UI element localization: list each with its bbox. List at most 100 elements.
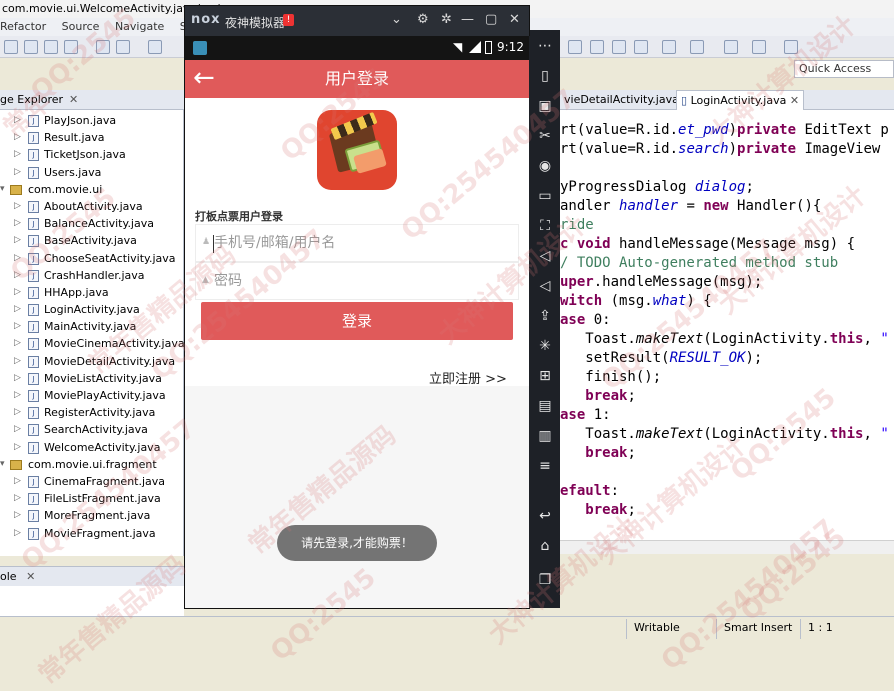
record-icon[interactable]: ▤ bbox=[537, 398, 553, 414]
menu-source[interactable]: Source bbox=[62, 20, 100, 33]
macro-icon[interactable]: ⊞ bbox=[537, 368, 553, 384]
chevron-right-icon[interactable]: ▷ bbox=[14, 284, 21, 301]
java-file-node[interactable]: ▷ J SearchActivity.java bbox=[0, 421, 184, 438]
tab-login-activity[interactable]: ▯ LoginActivity.java ✕ bbox=[676, 90, 805, 110]
shake-icon[interactable]: ✳ bbox=[537, 338, 553, 354]
chevron-right-icon[interactable]: ▷ bbox=[14, 198, 21, 215]
volume-up-icon[interactable]: ◁ bbox=[537, 248, 553, 264]
chevron-down-icon[interactable]: ▾ bbox=[0, 181, 5, 198]
close-icon[interactable]: ✕ bbox=[790, 94, 799, 107]
java-file-node[interactable]: ▷ J AboutActivity.java bbox=[0, 198, 184, 215]
settings-gear-icon[interactable]: ⚙ bbox=[417, 12, 429, 27]
chevron-right-icon[interactable]: ▷ bbox=[14, 490, 21, 507]
toolbar-prev-annotation-icon[interactable] bbox=[690, 40, 704, 54]
chevron-right-icon[interactable]: ▷ bbox=[14, 129, 21, 146]
java-file-node[interactable]: ▷ J MoreFragment.java bbox=[0, 507, 184, 524]
console-tab[interactable]: ole ✕ bbox=[0, 566, 184, 586]
java-file-node[interactable]: ▷ J ChooseSeatActivity.java bbox=[0, 250, 184, 267]
chevron-right-icon[interactable]: ▷ bbox=[14, 421, 21, 438]
back-arrow-icon[interactable]: ← bbox=[193, 64, 215, 92]
java-file-node[interactable]: ▷ J MovieListActivity.java bbox=[0, 370, 184, 387]
java-file-node[interactable]: ▷ J CinemaFragment.java bbox=[0, 473, 184, 490]
menu-navigate[interactable]: Navigate bbox=[115, 20, 164, 33]
menu-refactor[interactable]: Refactor bbox=[0, 20, 46, 33]
scissors-icon[interactable]: ✂ bbox=[537, 128, 553, 144]
chevron-right-icon[interactable]: ▷ bbox=[14, 525, 21, 542]
back-icon[interactable]: ↩ bbox=[537, 508, 553, 524]
home-icon[interactable]: ⌂ bbox=[537, 538, 553, 554]
chevron-right-icon[interactable]: ▷ bbox=[14, 473, 21, 490]
java-file-node[interactable]: ▷ J MovieDetailActivity.java bbox=[0, 353, 184, 370]
recent-apps-icon[interactable]: ❐ bbox=[537, 572, 553, 588]
chevron-right-icon[interactable]: ▷ bbox=[14, 439, 21, 456]
toolbar-pin-icon[interactable] bbox=[784, 40, 798, 54]
username-field[interactable]: ♟ bbox=[195, 224, 519, 262]
close-icon[interactable]: ✕ bbox=[69, 93, 78, 106]
toolbar-check-icon[interactable] bbox=[148, 40, 162, 54]
chevron-right-icon[interactable]: ▷ bbox=[14, 250, 21, 267]
close-icon[interactable]: ✕ bbox=[26, 570, 35, 583]
chevron-right-icon[interactable]: ▷ bbox=[14, 353, 21, 370]
chevron-right-icon[interactable]: ▷ bbox=[14, 404, 21, 421]
minimize-icon[interactable]: — bbox=[461, 12, 474, 27]
toolbar-print-icon[interactable] bbox=[44, 40, 58, 54]
chevron-right-icon[interactable]: ▷ bbox=[14, 318, 21, 335]
toolbar-next-annotation-icon[interactable] bbox=[662, 40, 676, 54]
java-file-node[interactable]: ▷ J MovieCinemaActivity.java bbox=[0, 335, 185, 352]
toolbar-link-icon[interactable] bbox=[590, 40, 604, 54]
toolbar-search-icon[interactable] bbox=[568, 40, 582, 54]
chevron-right-icon[interactable]: ▷ bbox=[14, 507, 21, 524]
chevron-right-icon[interactable]: ▷ bbox=[14, 232, 21, 249]
chevron-down-icon[interactable]: ⌄ bbox=[391, 12, 402, 27]
maximize-icon[interactable]: ▢ bbox=[485, 12, 497, 27]
java-file-node[interactable]: ▷ J LoginActivity.java bbox=[0, 301, 184, 318]
robot-icon[interactable]: ▣ bbox=[537, 98, 553, 114]
username-input[interactable] bbox=[214, 231, 514, 255]
emulator-title-bar[interactable]: nox 夜神模拟器 ! ⌄ ⚙ ✲ — ▢ ✕ bbox=[185, 6, 529, 36]
toolbar-debug-icon[interactable] bbox=[96, 40, 110, 54]
package-explorer-tab[interactable]: ge Explorer ✕ bbox=[0, 90, 184, 110]
editor-horizontal-scrollbar[interactable] bbox=[560, 540, 894, 554]
menu-icon[interactable]: ≡ bbox=[537, 458, 553, 474]
toolbar-back-icon[interactable] bbox=[724, 40, 738, 54]
multi-instance-icon[interactable]: ▥ bbox=[537, 428, 553, 444]
java-file-node[interactable]: ▷ J HHApp.java bbox=[0, 284, 184, 301]
screen-icon[interactable]: ▭ bbox=[537, 188, 553, 204]
chevron-right-icon[interactable]: ▷ bbox=[14, 112, 21, 129]
install-apk-icon[interactable]: ⇪ bbox=[537, 308, 553, 324]
toolbar-outline-icon[interactable] bbox=[612, 40, 626, 54]
location-icon[interactable]: ◉ bbox=[537, 158, 553, 174]
phone-icon[interactable]: ▯ bbox=[537, 68, 553, 84]
java-file-node[interactable]: ▷ J MainActivity.java bbox=[0, 318, 184, 335]
toolbar-new-icon[interactable] bbox=[4, 40, 18, 54]
java-file-node[interactable]: ▷ J BaseActivity.java bbox=[0, 232, 184, 249]
register-link[interactable]: 立即注册 >> bbox=[429, 368, 507, 387]
quick-access-input[interactable]: Quick Access bbox=[794, 60, 894, 78]
more-icon[interactable]: ⋯ bbox=[537, 38, 553, 54]
java-file-node[interactable]: ▷ J MovieFragment.java bbox=[0, 525, 184, 542]
java-file-node[interactable]: ▷ J MoviePlayActivity.java bbox=[0, 387, 184, 404]
close-icon[interactable]: ✕ bbox=[509, 12, 520, 27]
chevron-right-icon[interactable]: ▷ bbox=[14, 146, 21, 163]
gear-icon[interactable]: ✲ bbox=[441, 12, 452, 27]
chevron-right-icon[interactable]: ▷ bbox=[14, 301, 21, 318]
java-file-node[interactable]: ▷ J FileListFragment.java bbox=[0, 490, 184, 507]
chevron-right-icon[interactable]: ▷ bbox=[14, 370, 21, 387]
package-node[interactable]: ▾ com.movie.ui bbox=[0, 181, 184, 198]
password-field[interactable]: ▲ bbox=[195, 262, 519, 300]
chevron-down-icon[interactable]: ▾ bbox=[0, 456, 5, 473]
toolbar-forward-icon[interactable] bbox=[752, 40, 766, 54]
volume-down-icon[interactable]: ◁ bbox=[537, 278, 553, 294]
toolbar-android-icon[interactable] bbox=[116, 40, 130, 54]
chevron-right-icon[interactable]: ▷ bbox=[14, 267, 21, 284]
toolbar-mark-icon[interactable] bbox=[634, 40, 648, 54]
fullscreen-icon[interactable]: ⛶ bbox=[537, 218, 553, 234]
code-editor[interactable]: rt(value=R.id.et_pwd)private EditText p r… bbox=[560, 110, 894, 540]
java-file-node[interactable]: ▷ J PlayJson.java bbox=[0, 112, 184, 129]
password-input[interactable] bbox=[214, 269, 514, 293]
login-button[interactable]: 登录 bbox=[201, 302, 513, 340]
java-file-node[interactable]: ▷ J Result.java bbox=[0, 129, 184, 146]
toolbar-save-icon[interactable] bbox=[24, 40, 38, 54]
java-file-node[interactable]: ▷ J CrashHandler.java bbox=[0, 267, 184, 284]
toolbar-run-icon[interactable] bbox=[64, 40, 78, 54]
